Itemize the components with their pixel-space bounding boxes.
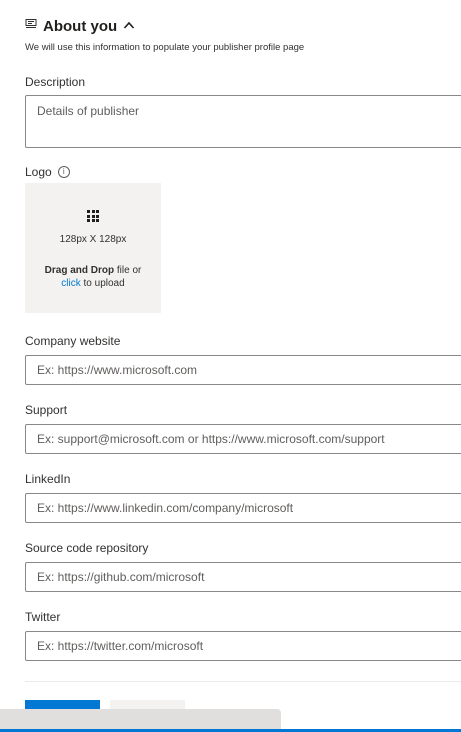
source-code-input[interactable]: Ex: https://github.com/microsoft xyxy=(25,562,461,592)
twitter-input[interactable]: Ex: https://twitter.com/microsoft xyxy=(25,631,461,661)
click-rest: to upload xyxy=(80,278,125,289)
linkedin-input[interactable]: Ex: https://www.linkedin.com/company/mic… xyxy=(25,493,461,523)
support-label: Support xyxy=(25,403,68,417)
section-title: About you xyxy=(43,17,118,35)
twitter-label: Twitter xyxy=(25,610,61,624)
grid-icon xyxy=(87,210,99,222)
click-to-upload-link[interactable]: click xyxy=(61,278,80,289)
logo-upload-area[interactable]: 128px X 128px Drag and Drop file or clic… xyxy=(25,183,161,313)
linkedin-label: LinkedIn xyxy=(25,472,71,486)
chevron-up-icon[interactable] xyxy=(123,17,135,35)
company-website-label: Company website xyxy=(25,334,121,348)
description-label: Description xyxy=(25,75,86,89)
drag-drop-bold: Drag and Drop xyxy=(44,265,115,276)
divider xyxy=(25,681,461,682)
logo-label: Logo xyxy=(25,165,52,179)
drag-drop-rest: file or xyxy=(114,265,142,276)
logo-label-row: Logo i xyxy=(25,165,70,179)
info-icon[interactable]: i xyxy=(57,166,70,178)
support-input[interactable]: Ex: support@microsoft.com or https://www… xyxy=(25,424,461,454)
logo-size-text: 128px X 128px xyxy=(59,234,127,245)
description-textarea[interactable]: Details of publisher xyxy=(25,95,461,148)
section-subtitle: We will use this information to populate… xyxy=(25,42,305,53)
section-header[interactable]: About you xyxy=(25,17,135,35)
drag-drop-text: Drag and Drop file or click to upload xyxy=(25,264,161,290)
card-icon xyxy=(25,17,37,35)
company-website-input[interactable]: Ex: https://www.microsoft.com xyxy=(25,355,461,385)
source-code-label: Source code repository xyxy=(25,541,149,555)
